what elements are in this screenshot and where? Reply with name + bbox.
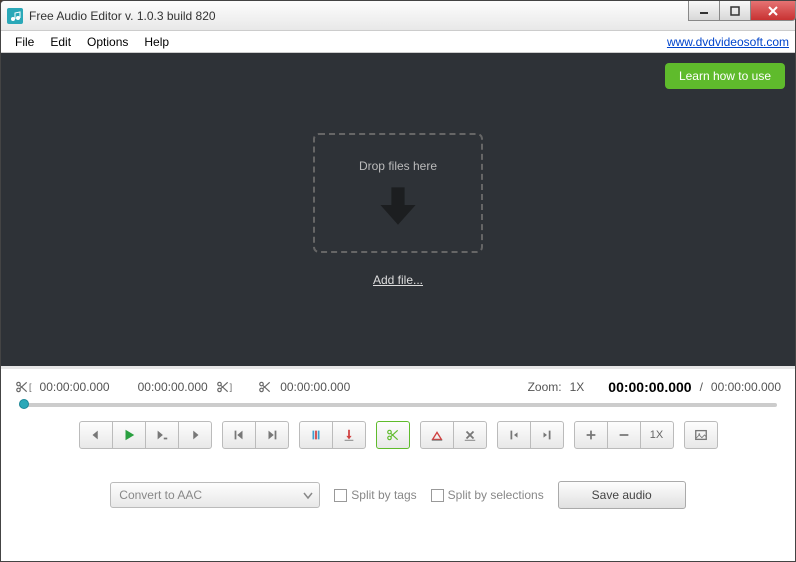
- add-file-link[interactable]: Add file...: [373, 273, 423, 287]
- seek-slider[interactable]: [19, 403, 777, 407]
- scissor-end-icon: ]: [216, 380, 233, 394]
- goto-end-button[interactable]: [530, 421, 564, 449]
- minimize-button[interactable]: [688, 1, 720, 21]
- checkbox-box: [334, 489, 347, 502]
- learn-how-button[interactable]: Learn how to use: [665, 63, 785, 89]
- split-by-selections-checkbox[interactable]: Split by selections: [431, 488, 544, 502]
- zoom-label: Zoom:: [528, 380, 562, 394]
- zoom-in-button[interactable]: [574, 421, 608, 449]
- controls-row: 1X: [1, 417, 795, 461]
- menu-file[interactable]: File: [7, 33, 42, 51]
- convert-format-select[interactable]: Convert to AAC: [110, 482, 320, 508]
- save-audio-button[interactable]: Save audio: [558, 481, 686, 509]
- checkbox-box: [431, 489, 444, 502]
- step-forward-button[interactable]: [178, 421, 212, 449]
- time-separator: /: [700, 380, 703, 394]
- cut-button[interactable]: [376, 421, 410, 449]
- total-time: 00:00:00.000: [711, 380, 781, 394]
- trim-in-button[interactable]: [420, 421, 454, 449]
- window-controls: [688, 1, 795, 21]
- delete-button[interactable]: [453, 421, 487, 449]
- play-button[interactable]: [112, 421, 146, 449]
- menu-help[interactable]: Help: [136, 33, 177, 51]
- time-end: 00:00:00.000: [280, 380, 350, 394]
- close-button[interactable]: [750, 1, 796, 21]
- scissor-start-icon: [: [15, 380, 32, 394]
- play-stop-button[interactable]: [145, 421, 179, 449]
- zoom-out-button[interactable]: [607, 421, 641, 449]
- zoom-reset-button[interactable]: 1X: [640, 421, 674, 449]
- zoom-value: 1X: [570, 380, 585, 394]
- titlebar: Free Audio Editor v. 1.0.3 build 820: [1, 1, 795, 31]
- image-button[interactable]: [684, 421, 718, 449]
- menubar: File Edit Options Help www.dvdvideosoft.…: [1, 31, 795, 53]
- save-label: Save audio: [592, 488, 652, 502]
- lower-panel: [ 00:00:00.000 00:00:00.000 ] 00:00:00.0…: [1, 366, 795, 561]
- drop-label: Drop files here: [359, 159, 437, 173]
- website-link[interactable]: www.dvdvideosoft.com: [667, 35, 789, 49]
- window-title: Free Audio Editor v. 1.0.3 build 820: [29, 9, 216, 23]
- time-selection-end: 00:00:00.000: [138, 380, 208, 394]
- drop-zone[interactable]: Drop files here: [313, 133, 483, 253]
- seek-thumb[interactable]: [19, 399, 29, 409]
- skip-end-button[interactable]: [255, 421, 289, 449]
- maximize-button[interactable]: [719, 1, 751, 21]
- menu-edit[interactable]: Edit: [42, 33, 79, 51]
- chevron-down-icon: [303, 491, 313, 501]
- convert-label: Convert to AAC: [119, 488, 202, 502]
- split-by-tags-checkbox[interactable]: Split by tags: [334, 488, 416, 502]
- step-back-button[interactable]: [79, 421, 113, 449]
- app-icon: [7, 8, 23, 24]
- bottom-row: Convert to AAC Split by tags Split by se…: [1, 461, 795, 523]
- split-sel-label: Split by selections: [448, 488, 544, 502]
- app-window: Free Audio Editor v. 1.0.3 build 820 Fil…: [0, 0, 796, 562]
- scissor-icon: [258, 380, 272, 394]
- marker-down-button[interactable]: [332, 421, 366, 449]
- waveform-canvas: Learn how to use Drop files here Add fil…: [1, 53, 795, 366]
- marker-button[interactable]: [299, 421, 333, 449]
- split-tags-label: Split by tags: [351, 488, 416, 502]
- seek-slider-row: [1, 399, 795, 417]
- time-row: [ 00:00:00.000 00:00:00.000 ] 00:00:00.0…: [1, 369, 795, 399]
- goto-start-button[interactable]: [497, 421, 531, 449]
- menu-options[interactable]: Options: [79, 33, 136, 51]
- time-start: 00:00:00.000: [40, 380, 110, 394]
- skip-start-button[interactable]: [222, 421, 256, 449]
- current-time: 00:00:00.000: [608, 379, 691, 395]
- arrow-down-icon: [376, 183, 420, 227]
